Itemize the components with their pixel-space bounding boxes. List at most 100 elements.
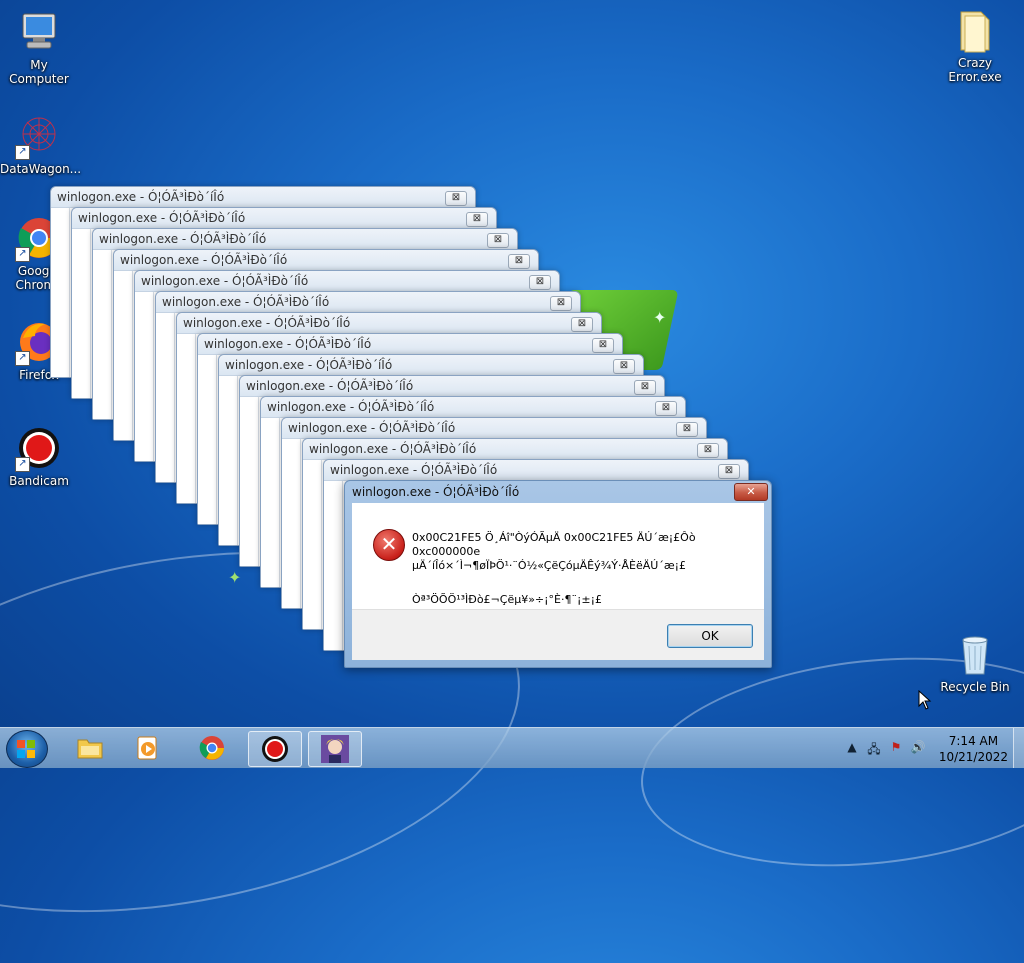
ok-button[interactable]: OK: [667, 624, 753, 648]
taskbar-anime-app-button[interactable]: [308, 731, 362, 767]
window-body: [114, 271, 133, 440]
windows-logo-icon: [17, 740, 35, 758]
close-icon[interactable]: ⊠: [445, 191, 467, 206]
window-title: winlogon.exe - Ó¦ÓÃ³ÌÐò´íÎó: [309, 442, 477, 456]
window-body: [219, 376, 238, 545]
window-titlebar[interactable]: winlogon.exe - Ó¦ÓÃ³ÌÐò´íÎó ⊠: [261, 397, 685, 418]
taskbar-chrome-button[interactable]: [186, 731, 238, 765]
close-icon[interactable]: ⊠: [697, 443, 719, 458]
bandicam-icon: [262, 736, 288, 762]
taskbar: ▲ 🖧 ⚑ 🔊 7:14 AM 10/21/2022: [0, 727, 1024, 768]
window-title: winlogon.exe - Ó¦ÓÃ³ÌÐò´íÎó: [267, 400, 435, 414]
computer-icon: [15, 8, 63, 56]
network-icon[interactable]: 🖧: [866, 740, 882, 756]
shortcut-arrow-icon: ↗: [15, 247, 30, 262]
window-title: winlogon.exe - Ó¦ÓÃ³ÌÐò´íÎó: [288, 421, 456, 435]
recycle-bin-icon: [951, 630, 999, 678]
close-icon[interactable]: ⊠: [571, 317, 593, 332]
window-titlebar[interactable]: winlogon.exe - Ó¦ÓÃ³ÌÐò´íÎó ⊠: [114, 250, 538, 271]
show-hidden-icons-icon[interactable]: ▲: [844, 740, 860, 756]
close-icon[interactable]: ⊠: [655, 401, 677, 416]
window-body: [177, 334, 196, 503]
clock[interactable]: 7:14 AM 10/21/2022: [939, 733, 1008, 765]
shortcut-arrow-icon: ↗: [15, 351, 30, 366]
window-titlebar[interactable]: winlogon.exe - Ó¦ÓÃ³ÌÐò´íÎó ⊠: [135, 271, 559, 292]
window-body: [135, 292, 154, 461]
desktop-icon-my-computer[interactable]: My Computer: [0, 8, 78, 86]
show-desktop-button[interactable]: [1013, 728, 1024, 768]
dialog-titlebar[interactable]: winlogon.exe - Ó¦ÓÃ³ÌÐò´íÎó ✕: [345, 481, 771, 503]
window-body: [282, 439, 301, 608]
desktop-icon-datawagon[interactable]: ↗ DataWagon...: [0, 112, 82, 176]
clock-time: 7:14 AM: [948, 734, 999, 748]
close-icon[interactable]: ⊠: [718, 464, 740, 479]
dialog-footer: OK: [352, 609, 764, 660]
anime-app-icon: [321, 735, 349, 763]
window-titlebar[interactable]: winlogon.exe - Ó¦ÓÃ³ÌÐò´íÎó ⊠: [198, 334, 622, 355]
close-icon[interactable]: ⊠: [508, 254, 530, 269]
close-icon[interactable]: ⊠: [592, 338, 614, 353]
close-icon[interactable]: ⊠: [634, 380, 656, 395]
explorer-icon: [77, 739, 103, 759]
window-title: winlogon.exe - Ó¦ÓÃ³ÌÐò´íÎó: [330, 463, 498, 477]
close-icon[interactable]: ⊠: [529, 275, 551, 290]
window-body: [93, 250, 112, 419]
window-title: winlogon.exe - Ó¦ÓÃ³ÌÐò´íÎó: [78, 211, 246, 225]
window-titlebar[interactable]: winlogon.exe - Ó¦ÓÃ³ÌÐò´íÎó ⊠: [219, 355, 643, 376]
window-title: winlogon.exe - Ó¦ÓÃ³ÌÐò´íÎó: [162, 295, 330, 309]
volume-icon[interactable]: 🔊: [910, 740, 926, 756]
window-titlebar[interactable]: winlogon.exe - Ó¦ÓÃ³ÌÐò´íÎó ⊠: [51, 187, 475, 208]
wallpaper-butterfly-icon: ✦: [653, 308, 667, 327]
shortcut-arrow-icon: ↗: [15, 457, 30, 472]
action-center-icon[interactable]: ⚑: [888, 740, 904, 756]
start-button[interactable]: [6, 730, 48, 768]
folder-icon: [951, 6, 999, 54]
window-titlebar[interactable]: winlogon.exe - Ó¦ÓÃ³ÌÐò´íÎó ⊠: [303, 439, 727, 460]
error-message-line3: Òª³ÖÕÖ¹³ÌÐò£¬Çëµ¥»÷¡°È·¶¨¡±¡£: [412, 593, 603, 606]
window-titlebar[interactable]: winlogon.exe - Ó¦ÓÃ³ÌÐò´íÎó ⊠: [282, 418, 706, 439]
close-icon[interactable]: ⊠: [466, 212, 488, 227]
window-title: winlogon.exe - Ó¦ÓÃ³ÌÐò´íÎó: [225, 358, 393, 372]
taskbar-media-player-button[interactable]: [122, 731, 174, 765]
window-titlebar[interactable]: winlogon.exe - Ó¦ÓÃ³ÌÐò´íÎó ⊠: [177, 313, 601, 334]
window-titlebar[interactable]: winlogon.exe - Ó¦ÓÃ³ÌÐò´íÎó ⊠: [240, 376, 664, 397]
close-icon[interactable]: ⊠: [676, 422, 698, 437]
wallpaper-butterfly-icon: ✦: [228, 568, 242, 587]
desktop-icon-recycle-bin[interactable]: Recycle Bin: [936, 630, 1014, 694]
clock-date: 10/21/2022: [938, 750, 1008, 764]
desktop-icon-label: My Computer: [9, 58, 69, 86]
window-title: winlogon.exe - Ó¦ÓÃ³ÌÐò´íÎó: [99, 232, 267, 246]
window-titlebar[interactable]: winlogon.exe - Ó¦ÓÃ³ÌÐò´íÎó ⊠: [93, 229, 517, 250]
taskbar-explorer-button[interactable]: [64, 731, 116, 765]
window-titlebar[interactable]: winlogon.exe - Ó¦ÓÃ³ÌÐò´íÎó ⊠: [324, 460, 748, 481]
window-body: [324, 481, 343, 650]
desktop-icon-crazy-error[interactable]: Crazy Error.exe: [936, 6, 1014, 84]
shortcut-arrow-icon: ↗: [15, 145, 30, 160]
media-player-icon: [137, 736, 157, 760]
window-title: winlogon.exe - Ó¦ÓÃ³ÌÐò´íÎó: [141, 274, 309, 288]
desktop-icon-label-line1: Crazy: [957, 56, 993, 70]
taskbar-bandicam-button[interactable]: [248, 731, 302, 767]
desktop-icon-bandicam[interactable]: ↗ Bandicam: [0, 424, 78, 488]
desktop-icon-label: Bandicam: [9, 474, 69, 488]
window-titlebar[interactable]: winlogon.exe - Ó¦ÓÃ³ÌÐò´íÎó ⊠: [72, 208, 496, 229]
error-message-line2: µÄ´íÎó×´Ì¬¶øÏÞÖ¹·¨Ó½«ÇëÇóµÄÊý¾Ý·ÅÈëÄÚ´æ¡…: [412, 559, 687, 572]
window-title: winlogon.exe - Ó¦ÓÃ³ÌÐò´íÎó: [120, 253, 288, 267]
close-icon[interactable]: ⊠: [550, 296, 572, 311]
error-dialog[interactable]: winlogon.exe - Ó¦ÓÃ³ÌÐò´íÎó ✕ ✕ 0x00C21F…: [344, 480, 772, 668]
window-title: winlogon.exe - Ó¦ÓÃ³ÌÐò´íÎó: [204, 337, 372, 351]
window-title: winlogon.exe - Ó¦ÓÃ³ÌÐò´íÎó: [246, 379, 414, 393]
window-titlebar[interactable]: winlogon.exe - Ó¦ÓÃ³ÌÐò´íÎó ⊠: [156, 292, 580, 313]
bandicam-icon: ↗: [15, 424, 63, 472]
window-body: [303, 460, 322, 629]
desktop-icon-label-line2: Error.exe: [948, 70, 1002, 84]
window-body: [240, 397, 259, 566]
dialog-title: winlogon.exe - Ó¦ÓÃ³ÌÐò´íÎó: [352, 485, 520, 499]
close-icon[interactable]: ⊠: [487, 233, 509, 248]
error-icon: ✕: [373, 529, 405, 561]
desktop-icon-label: DataWagon...: [0, 162, 82, 176]
close-icon[interactable]: ⊠: [613, 359, 635, 374]
close-button[interactable]: ✕: [734, 483, 768, 501]
dialog-body: ✕ 0x00C21FE5 Ö¸Áî"ÒýÓÃµÄ 0x00C21FE5 ÄÚ´æ…: [352, 503, 764, 660]
window-body: [156, 313, 175, 482]
